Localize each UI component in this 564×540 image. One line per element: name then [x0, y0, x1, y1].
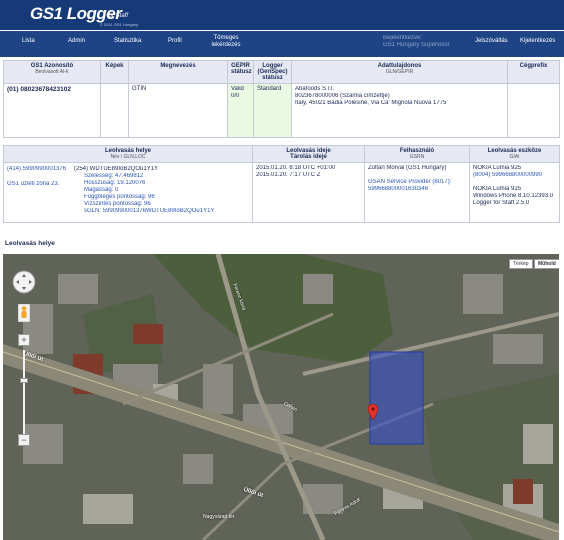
- gs1-id-cell[interactable]: (01) 08023678423102: [3, 83, 101, 138]
- device-line: Windows Phone 8.10.12393.0: [473, 193, 554, 199]
- col-subtitle: GLN/GEPIR: [385, 69, 414, 75]
- col-subtitle: GIAI: [509, 154, 520, 160]
- col-header-prefix: Cégprefix: [507, 60, 560, 84]
- col-header-location: Leolvasás helye Név / GLN,LOC: [3, 145, 253, 163]
- user-cell: Zoltán Morvai (GS1 Hungary) GSAN Service…: [364, 162, 470, 223]
- device-line: NOKIA Lumia 925: [473, 186, 522, 192]
- user-name: Zoltán Morvai (GS1 Hungary): [368, 165, 447, 171]
- col-header-user: Felhasználó GSRN: [364, 145, 470, 163]
- product-table-header: GS1 Azonosító Beolvasott AI-k Képek Megne…: [3, 60, 560, 84]
- location-cell: (414) 5990990001376 GS1 üzleti zóna 23. …: [3, 162, 253, 223]
- owner-address: Italy, 45021 Badia Polesine, Via Ca' Mig…: [295, 100, 447, 106]
- owner-gln: 8023678000006 (Számla címzettje): [295, 93, 390, 99]
- nav-item-lista[interactable]: Lista: [22, 38, 35, 45]
- nav-item-profil[interactable]: Profil: [168, 38, 182, 45]
- app-logo-subtitle: for Staff: [107, 13, 129, 19]
- device-line: NOKIA Lumia 925: [473, 165, 522, 171]
- gepir-status-count: 0/0: [231, 93, 240, 99]
- location-detail-line: (254) WDTUE89IoB2QOu1Y1Y: [74, 166, 159, 172]
- logged-in-user: Bejelentkezve: GS1 Hungary Supervisor: [383, 35, 450, 49]
- map-type-satellite-button[interactable]: Műhold: [534, 259, 559, 269]
- owner-name: Abafoods S.r.l.: [295, 86, 335, 92]
- location-detail-line: Magasság: 0: [84, 187, 119, 193]
- location-details: (254) WDTUE89IoB2QOu1Y1Y Szélesség: 47.4…: [74, 166, 214, 215]
- logged-in-label: Bejelentkezve:: [383, 35, 423, 41]
- logged-in-username: GS1 Hungary Supervisor: [383, 42, 450, 48]
- col-subtitle: Név / GLN,LOC: [110, 154, 146, 160]
- location-detail-line: sGLN: 5990990001376WDTUE89IoB2QOu1Y1Y: [84, 208, 215, 214]
- images-cell: [100, 83, 129, 138]
- time-cell: 2015.01.20. 8:18 UTC +01:00 2015.01.20. …: [252, 162, 365, 223]
- map-view[interactable]: Üllői út Üllői út Ferenc körút Corvin Fé…: [3, 254, 559, 540]
- col-header-gepir: GEPIR státusz: [227, 60, 254, 84]
- col-header-images: Képek: [100, 60, 129, 84]
- location-id-block: (414) 5990990001376 GS1 üzleti zóna 23.: [7, 166, 71, 188]
- table-row[interactable]: (01) 08023678423102 GTIN Valid 0/0 Stand…: [3, 83, 560, 138]
- map-type-map-button[interactable]: Térkép: [509, 259, 533, 269]
- pan-control-icon[interactable]: [12, 270, 36, 294]
- location-gln[interactable]: (414) 5990990001376: [7, 166, 71, 173]
- zoom-slider-handle[interactable]: [20, 378, 28, 383]
- col-header-logger: Logger (GenSpec) státusz: [253, 60, 292, 84]
- zoom-slider-track[interactable]: [23, 350, 25, 436]
- col-header-time: Leolvasás ideje Tárolás ideje: [252, 145, 365, 163]
- map-section-title: Leolvasás helye: [5, 240, 55, 247]
- scan-table-header: Leolvasás helye Név / GLN,LOC Leolvasás i…: [3, 145, 560, 163]
- gepir-status-cell: Valid 0/0: [227, 83, 254, 138]
- copyright-text: © 2011 GS1 Hungary: [100, 22, 139, 27]
- device-cell: NOKIA Lumia 925 (8004) 599668800000990 N…: [469, 162, 560, 223]
- logout-link[interactable]: Kijelentkezés: [520, 38, 555, 45]
- zoom-in-button[interactable]: +: [18, 334, 30, 346]
- satellite-imagery: [3, 254, 559, 540]
- col-header-gs1-id: GS1 Azonosító Beolvasott AI-k: [3, 60, 101, 84]
- col-subtitle: GSRN: [409, 154, 425, 160]
- location-marker-icon[interactable]: [368, 404, 378, 420]
- table-row[interactable]: (414) 5990990001376 GS1 üzleti zóna 23. …: [3, 162, 560, 223]
- device-line: Logger for Staff 2.5.0: [473, 200, 530, 206]
- user-gsrn[interactable]: 599668800001630346: [368, 186, 466, 193]
- location-name[interactable]: GS1 üzleti zóna 23.: [7, 181, 71, 188]
- device-giai[interactable]: (8004) 599668800000990: [473, 172, 556, 179]
- col-header-name: Megnevezés: [128, 60, 228, 84]
- col-header-owner: Adattulajdonos GLN/GEPIR: [291, 60, 508, 84]
- change-password-link[interactable]: Jelszóváltás: [475, 38, 508, 45]
- store-time: 2015.01.20. 7:17 UTC Z: [256, 172, 321, 178]
- col-header-device: Leolvasás eszköze GIAI: [469, 145, 560, 163]
- logger-status-cell: Standard: [253, 83, 292, 138]
- location-detail-line: Szélesség: 47.469812: [84, 173, 144, 179]
- name-cell: GTIN: [128, 83, 228, 138]
- nav-item-statisztika[interactable]: Statisztika: [114, 38, 141, 45]
- owner-cell: Abafoods S.r.l. 8023678000006 (Számla cí…: [291, 83, 508, 138]
- zoom-out-button[interactable]: −: [18, 434, 30, 446]
- scan-table: Leolvasás helye Név / GLN,LOC Leolvasás i…: [3, 145, 560, 223]
- prefix-cell: [507, 83, 560, 138]
- nav-item-admin[interactable]: Admin: [68, 38, 85, 45]
- user-gsrn-label[interactable]: GSAN Service Provider (8017):: [368, 179, 466, 186]
- nav-item-bulk-query[interactable]: Tömeges lekérdezés: [206, 35, 246, 49]
- col-subtitle: Beolvasott AI-k: [35, 69, 69, 75]
- street-label: Nagyvárad tér: [203, 514, 235, 520]
- gepir-status: Valid: [231, 86, 244, 92]
- device-line: [473, 179, 556, 186]
- app-header: GS1 Logger for Staff © 2011 GS1 Hungary: [0, 0, 564, 30]
- location-detail-line: Függőleges pontosság: 96: [84, 194, 155, 200]
- col-subtitle: Tárolás ideje: [290, 154, 327, 160]
- scan-time: 2015.01.20. 8:18 UTC +01:00: [256, 165, 336, 171]
- location-detail-line: Vízszintes pontosság: 96: [84, 201, 151, 207]
- product-table: GS1 Azonosító Beolvasott AI-k Képek Megne…: [3, 60, 560, 138]
- location-detail-line: Hosszúság: 19.120076: [84, 180, 146, 186]
- main-navigation: Lista Admin Statisztika Profil Tömeges l…: [0, 31, 564, 57]
- street-view-pegman-icon[interactable]: [18, 304, 30, 322]
